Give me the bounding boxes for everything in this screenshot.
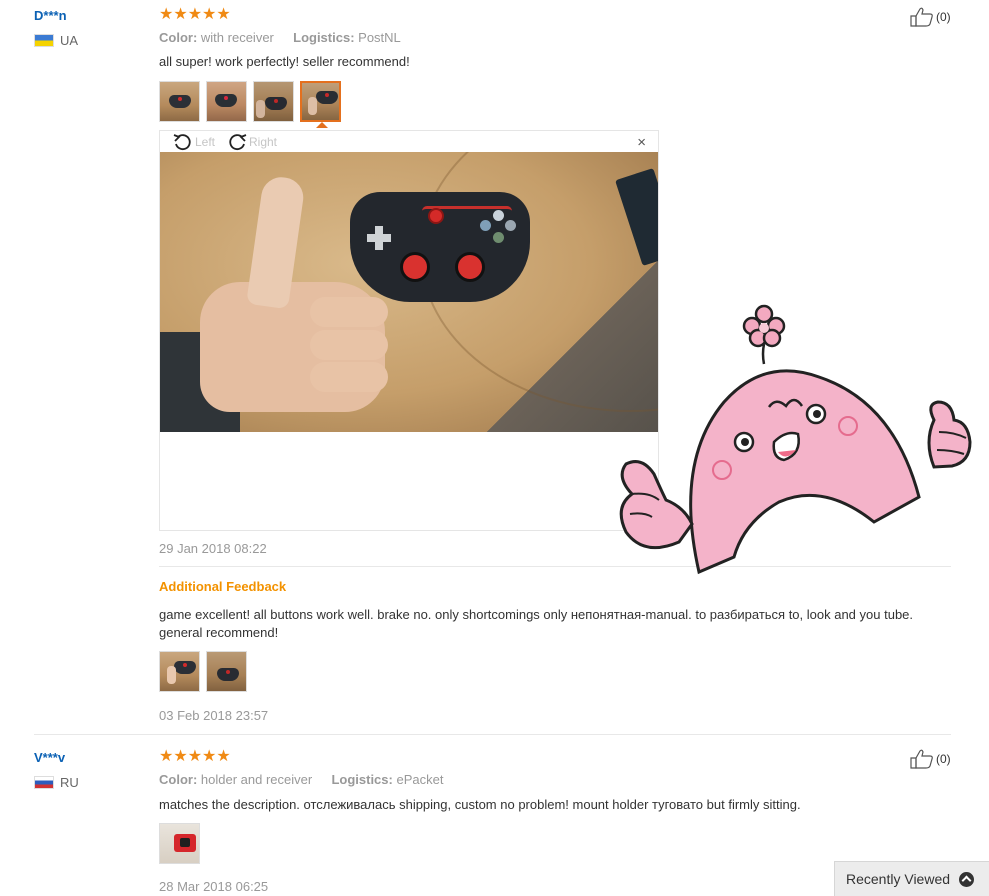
reviewer-name[interactable]: D***n xyxy=(34,8,67,23)
color-value: with receiver xyxy=(200,30,274,45)
review-date: 29 Jan 2018 08:22 xyxy=(159,541,267,556)
review-photo-large xyxy=(160,152,658,432)
logistics-value: ePacket xyxy=(396,772,444,787)
country-code: RU xyxy=(60,775,79,790)
additional-feedback-date: 03 Feb 2018 23:57 xyxy=(159,708,269,723)
recently-viewed-label: Recently Viewed xyxy=(846,871,951,887)
close-icon[interactable]: × xyxy=(637,135,646,150)
review-photo-thumb[interactable] xyxy=(159,81,200,122)
review-text: matches the description. отслеживалась s… xyxy=(159,797,801,812)
active-thumb-indicator xyxy=(316,122,328,128)
color-value: holder and receiver xyxy=(200,772,313,787)
review-photo-thumb-active[interactable] xyxy=(300,81,341,122)
order-attributes: Color: holder and receiver Logistics: eP… xyxy=(159,772,443,787)
logistics-label: Logistics: xyxy=(331,772,393,787)
review-photo-thumb[interactable] xyxy=(253,81,294,122)
review-photo-thumbnails xyxy=(159,81,341,122)
thumbs-up-icon xyxy=(910,749,933,769)
color-label: Color: xyxy=(159,30,198,45)
color-label: Color: xyxy=(159,772,198,787)
star-rating: ★★★★★ xyxy=(159,6,231,23)
rotate-left-label: Left xyxy=(195,135,216,149)
additional-feedback-title: Additional Feedback xyxy=(159,579,287,594)
logistics-label: Logistics: xyxy=(293,30,355,45)
rotate-left-button[interactable]: Left xyxy=(172,133,215,151)
additional-photo-thumbnails xyxy=(159,651,247,692)
review-date: 28 Mar 2018 06:25 xyxy=(159,879,269,894)
reviewer-country: RU xyxy=(34,775,79,790)
flower-icon xyxy=(742,304,786,365)
russia-flag-icon xyxy=(34,776,54,789)
rotate-right-button[interactable]: Right xyxy=(226,133,277,151)
reviewer-name[interactable]: V***v xyxy=(34,750,65,765)
rotate-left-icon xyxy=(173,134,191,151)
logistics-value: PostNL xyxy=(358,30,401,45)
additional-feedback-text: game excellent! all buttons work well. b… xyxy=(159,607,914,640)
ukraine-flag-icon xyxy=(34,34,54,47)
review-photo-thumb[interactable] xyxy=(206,651,247,692)
rotate-right-label: Right xyxy=(249,135,278,149)
reviewer-country: UA xyxy=(34,33,78,48)
star-rating: ★★★★★ xyxy=(159,748,231,765)
review-photo-thumb[interactable] xyxy=(159,651,200,692)
review-photo-thumb[interactable] xyxy=(159,823,200,864)
thumbs-up-icon xyxy=(910,7,933,27)
review-separator xyxy=(34,734,951,735)
chevron-up-icon xyxy=(959,871,975,887)
photo-viewer: Left Right × xyxy=(159,130,659,531)
review-text: all super! work perfectly! seller recomm… xyxy=(159,54,410,69)
helpful-count: (0) xyxy=(936,752,951,766)
country-code: UA xyxy=(60,33,79,48)
rotate-right-icon xyxy=(229,134,247,151)
review-photo-thumb[interactable] xyxy=(206,81,247,122)
helpful-button[interactable]: (0) xyxy=(910,749,951,769)
thumbs-up-sticker xyxy=(619,304,972,575)
recently-viewed-toggle[interactable]: Recently Viewed xyxy=(834,861,989,896)
order-attributes: Color: with receiver Logistics: PostNL xyxy=(159,30,401,45)
helpful-count: (0) xyxy=(936,10,951,24)
review-photo-thumbnails xyxy=(159,823,200,864)
photo-viewer-toolbar: Left Right × xyxy=(160,131,658,153)
helpful-button[interactable]: (0) xyxy=(910,7,951,27)
